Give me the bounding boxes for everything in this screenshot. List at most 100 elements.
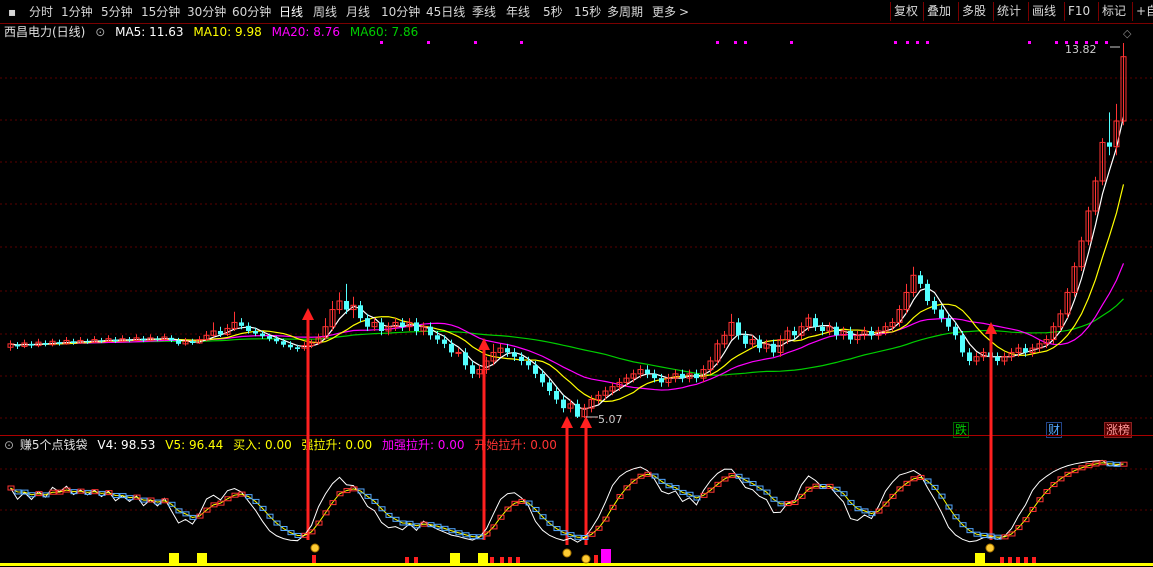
period-tab-yearly[interactable]: 年线 [506,4,530,20]
period-tab-daily[interactable]: 日线 [279,4,303,20]
candle-up [455,351,462,354]
menu-icon[interactable]: ▪ [8,4,16,20]
period-tab-15min[interactable]: 15分钟 [141,4,180,20]
high-price-label: 13.82 [1065,43,1097,56]
period-tab-quarterly[interactable]: 季线 [472,4,496,20]
candle-down [71,341,76,343]
period-tab-monthly[interactable]: 月线 [346,4,370,20]
period-tab-multi[interactable]: 多周期 [607,4,643,20]
candle-up [980,351,987,358]
candle-down [1023,348,1028,353]
candle-down [526,361,531,366]
signal-box [574,534,582,540]
signal-box [1036,497,1044,503]
signal-box [182,511,190,517]
candle-up [63,339,70,345]
period-tab-15sec[interactable]: 15秒 [574,4,601,20]
candle-up [1050,326,1057,341]
overlay-button[interactable]: 叠加 [923,2,954,21]
indicator-name[interactable]: 赚5个点钱袋 [20,438,88,452]
signal-box [854,506,862,512]
histogram-bar [1016,557,1020,563]
ma-polyline [10,263,1125,391]
period-tab-60min[interactable]: 60分钟 [232,4,271,20]
signal-box [70,489,78,495]
candle-down [169,337,174,341]
more-chevron-icon[interactable]: > [679,4,689,20]
signal-box [1008,531,1016,537]
candle-down [946,318,951,327]
signal-box [266,513,274,519]
signal-box [1113,461,1121,467]
signal-box [98,490,106,496]
dollar-signal-icon [985,543,995,553]
signal-box [483,531,491,537]
mark-button[interactable]: 标记 [1098,2,1129,21]
candle-down [932,301,937,310]
signal-box [938,493,946,499]
period-tab-more[interactable]: 更多 [652,4,676,20]
period-tab-5min[interactable]: 5分钟 [101,4,133,20]
signal-box [833,486,841,492]
signal-box [189,514,197,520]
candle-down [813,318,818,327]
signal-box [1057,476,1065,482]
candle-down [869,331,874,336]
f10-button[interactable]: F10 [1064,2,1093,21]
signal-box [252,498,260,504]
period-tab-10min[interactable]: 10分钟 [381,4,420,20]
ma20-value: MA20: 8.76 [271,25,341,39]
candle-up [1099,141,1106,182]
signal-box [1120,461,1128,467]
tag-finance[interactable]: 财 [1046,422,1063,438]
signal-box [322,510,330,516]
period-tab-1min[interactable]: 1分钟 [61,4,93,20]
tag-fall[interactable]: 跌 [953,422,970,438]
fuquan-button[interactable]: 复权 [890,2,921,21]
signal-box [49,489,57,495]
period-tab-30min[interactable]: 30分钟 [187,4,226,20]
period-tab-fenshi[interactable]: 分时 [29,4,53,20]
candle-down [988,352,993,357]
event-dot [1095,41,1098,44]
candle-down [190,341,195,343]
period-tab-5sec[interactable]: 5秒 [543,4,563,20]
candle-up [329,309,336,328]
event-dot [427,41,430,44]
indicator-settings-icon[interactable]: ⊙ [4,438,14,452]
period-tab-weekly[interactable]: 周线 [313,4,337,20]
candle-down [960,335,965,353]
candle-up [406,321,413,328]
signal-box [777,501,785,507]
signal-box [1015,525,1023,531]
candle-up [1078,240,1085,268]
candle-down [239,322,244,326]
statistics-button[interactable]: 统计 [993,2,1024,21]
candle-down [1107,142,1112,147]
kline-chart[interactable]: 13.82 5.07 ◇ [0,0,1153,567]
candle-down [995,356,1000,361]
signal-box [917,474,925,480]
draw-line-button[interactable]: 画线 [1028,2,1059,21]
multi-stock-button[interactable]: 多股 [958,2,989,21]
signal-box [7,485,15,491]
tag-top-gainer[interactable]: 涨榜 [1104,422,1133,438]
histogram-bar [500,557,504,563]
histogram-bar [312,555,316,563]
signal-box [994,534,1002,540]
stock-title[interactable]: 西昌电力(日线) [4,25,85,39]
signal-box [672,485,680,491]
candle-up [721,334,728,345]
candle-up [840,330,847,336]
period-tab-45day[interactable]: 45日线 [426,4,465,20]
candle-down [428,326,433,336]
candle-up [763,343,770,349]
custom-button[interactable]: +自 [1132,2,1153,21]
event-dot [380,41,383,44]
histogram-bar [197,553,207,563]
signal-box [441,525,449,531]
candle-down [554,391,559,400]
settings-circle-icon[interactable]: ⊙ [95,25,105,39]
signal-box [462,532,470,538]
signal-box [630,478,638,484]
